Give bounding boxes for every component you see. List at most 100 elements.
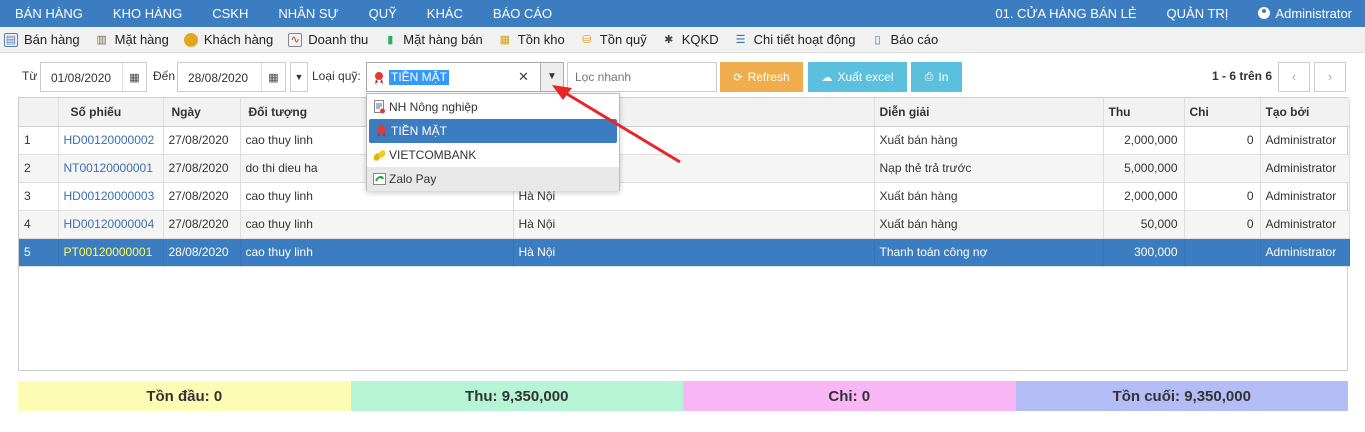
quick-toolbar: ▤ Bán hàng ▥ Mặt hàng Khách hàng ∿ Doanh th… [0, 27, 1365, 53]
col-header-dien-giai[interactable]: Diễn giải [874, 98, 1104, 127]
print-label: In [938, 70, 949, 84]
summary-chi: Chi: 0 [683, 381, 1016, 411]
refresh-label: Refresh [747, 70, 790, 84]
next-page-button[interactable]: › [1314, 62, 1346, 92]
toolbar-label: Tồn quỹ [599, 32, 647, 47]
cell-so-phieu[interactable]: PT00120000001 [58, 238, 164, 267]
nav-cskh[interactable]: CSKH [197, 0, 263, 27]
chevron-left-icon: ‹ [1291, 69, 1297, 84]
prev-page-button[interactable]: ‹ [1278, 62, 1310, 92]
toolbar-label: KQKD [681, 32, 719, 47]
cell-tao-boi: Administrator [1260, 154, 1350, 183]
customer-icon [183, 32, 198, 47]
cell-dien-giai: Thanh toán công nợ [874, 238, 1104, 267]
col-header-thu[interactable]: Thu [1103, 98, 1185, 127]
table-row[interactable]: 1 HD00120000002 27/08/2020 cao thuy linh… [19, 126, 1350, 155]
table-row[interactable]: 4 HD00120000004 27/08/2020 cao thuy linh… [19, 210, 1350, 239]
fund-dropdown-list: NH Nông nghiệp TIỀN MẶT VIETCOMBANK Zalo… [366, 93, 620, 191]
cell-doi-tuong: cao thuy linh [240, 238, 514, 267]
nav-admin[interactable]: QUẢN TRỊ [1152, 0, 1244, 27]
col-header-index[interactable] [19, 98, 59, 127]
table-row-selected[interactable]: 5 PT00120000001 28/08/2020 cao thuy linh… [19, 238, 1350, 267]
toolbar-label: Mặt hàng [114, 32, 169, 47]
cell-index: 3 [19, 182, 59, 211]
toolbar-label: Mặt hàng bán [403, 32, 483, 47]
cell-ngay: 27/08/2020 [163, 126, 241, 155]
toolbar-label: Doanh thu [308, 32, 369, 47]
page-info: 1 - 6 trên 6 [1212, 69, 1273, 83]
col-header-chi[interactable]: Chi [1184, 98, 1261, 127]
period-dropdown[interactable]: ▼ [290, 62, 308, 92]
nav-ban-hang[interactable]: BÁN HÀNG [0, 0, 98, 27]
nav-kho-hang[interactable]: KHO HÀNG [98, 0, 197, 27]
filter-bar: Từ 01/08/2020 ▦ Đến 28/08/2020 ▦ ▼ Loại … [0, 62, 1365, 92]
export-excel-label: Xuất excel [837, 70, 894, 84]
cell-thu: 5,000,000 [1103, 154, 1185, 183]
from-date-input[interactable]: 01/08/2020 ▦ [40, 62, 147, 92]
cell-so-phieu[interactable]: NT00120000001 [58, 154, 164, 183]
nav-bao-cao[interactable]: BÁO CÁO [478, 0, 567, 27]
activity-icon: ☰ [735, 34, 746, 46]
cell-ngay: 27/08/2020 [163, 182, 241, 211]
toolbar-label: Báo cáo [890, 32, 939, 47]
col-header-so-phieu[interactable]: Số phiếu [58, 98, 164, 127]
toolbar-ton-quy[interactable]: ⛁ Tồn quỹ [580, 32, 647, 47]
toolbar-ton-kho[interactable]: ▦ Tồn kho [498, 32, 565, 47]
nav-user[interactable]: Administrator [1243, 0, 1365, 27]
summary-bar: Tồn đầu: 0 Thu: 9,350,000 Chi: 0 Tồn cuố… [18, 381, 1348, 411]
nav-quy[interactable]: QUỸ [354, 0, 412, 27]
toolbar-mat-hang-ban[interactable]: ▮ Mặt hàng bán [383, 32, 483, 47]
cell-so-phieu[interactable]: HD00120000002 [58, 126, 164, 155]
bar-chart-icon: ▮ [387, 34, 394, 46]
cell-so-phieu[interactable]: HD00120000003 [58, 182, 164, 211]
cell-ngay: 27/08/2020 [163, 210, 241, 239]
toolbar-khach-hang[interactable]: Khách hàng [183, 32, 273, 47]
fund-select-value: TIỀN MẶT [389, 70, 449, 85]
col-header-ngay[interactable]: Ngày [163, 98, 241, 127]
cell-dien-giai: Xuất bán hàng [874, 210, 1104, 239]
toolbar-mat-hang[interactable]: ▥ Mặt hàng [95, 32, 169, 47]
refresh-button[interactable]: ⟳ Refresh [720, 62, 803, 92]
cell-tao-boi: Administrator [1260, 182, 1350, 211]
export-excel-button[interactable]: ☁ Xuất excel [808, 62, 907, 92]
toolbar-ban-hang[interactable]: ▤ Bán hàng [4, 32, 80, 47]
fund-option-vietcombank[interactable]: VIETCOMBANK [367, 143, 619, 167]
cell-ngay: 27/08/2020 [163, 154, 241, 183]
nav-nhan-su[interactable]: NHÂN SỰ [263, 0, 353, 27]
to-date-input[interactable]: 28/08/2020 ▦ [177, 62, 286, 92]
summary-ton-dau: Tồn đầu: 0 [18, 381, 351, 411]
nav-khac[interactable]: KHÁC [412, 0, 478, 27]
top-nav: BÁN HÀNG KHO HÀNG CSKH NHÂN SỰ QUỸ KHÁC … [0, 0, 1365, 27]
calendar-icon[interactable]: ▦ [122, 63, 146, 91]
close-icon[interactable]: ✕ [518, 69, 529, 85]
fund-label: Loại quỹ: [312, 69, 361, 83]
calendar-icon[interactable]: ▦ [261, 63, 285, 91]
cell-tao-boi: Administrator [1260, 210, 1350, 239]
cell-dien-giai: Nạp thẻ trả trước [874, 154, 1104, 183]
fund-select[interactable]: TIỀN MẶT ✕ ▼ [366, 62, 564, 92]
to-date-value: 28/08/2020 [188, 71, 249, 85]
quick-filter-input[interactable] [567, 62, 717, 92]
table-row[interactable]: 3 HD00120000003 27/08/2020 cao thuy linh… [19, 182, 1350, 211]
fund-option-nh-nong-nghiep[interactable]: NH Nông nghiệp [367, 95, 619, 119]
toolbar-chi-tiet[interactable]: ☰ Chi tiết hoạt động [734, 32, 856, 47]
print-button[interactable]: ⎙ In [911, 62, 962, 92]
fund-option-label: VIETCOMBANK [389, 148, 477, 162]
chevron-down-icon[interactable]: ▼ [540, 63, 563, 91]
table-row[interactable]: 2 NT00120000001 27/08/2020 do thi dieu h… [19, 154, 1350, 183]
fund-option-tien-mat[interactable]: TIỀN MẶT [369, 119, 617, 143]
recycle-icon [373, 173, 386, 185]
from-date-value: 01/08/2020 [51, 71, 112, 85]
nav-store[interactable]: 01. CỬA HÀNG BÁN LẺ [980, 0, 1151, 27]
summary-thu: Thu: 9,350,000 [350, 381, 683, 411]
toolbar-bao-cao[interactable]: ▯ Báo cáo [871, 32, 939, 47]
col-header-tao-boi[interactable]: Tạo bởi [1260, 98, 1350, 127]
cell-index: 5 [19, 238, 59, 267]
toolbar-doanh-thu[interactable]: ∿ Doanh thu [288, 32, 368, 47]
cell-chi [1184, 154, 1261, 183]
cell-so-phieu[interactable]: HD00120000004 [58, 210, 164, 239]
toolbar-kqkd[interactable]: ✱ KQKD [662, 32, 719, 47]
fund-option-label: NH Nông nghiệp [389, 100, 478, 114]
stock-icon: ▦ [499, 34, 510, 46]
fund-option-zalo-pay[interactable]: Zalo Pay [367, 167, 619, 191]
